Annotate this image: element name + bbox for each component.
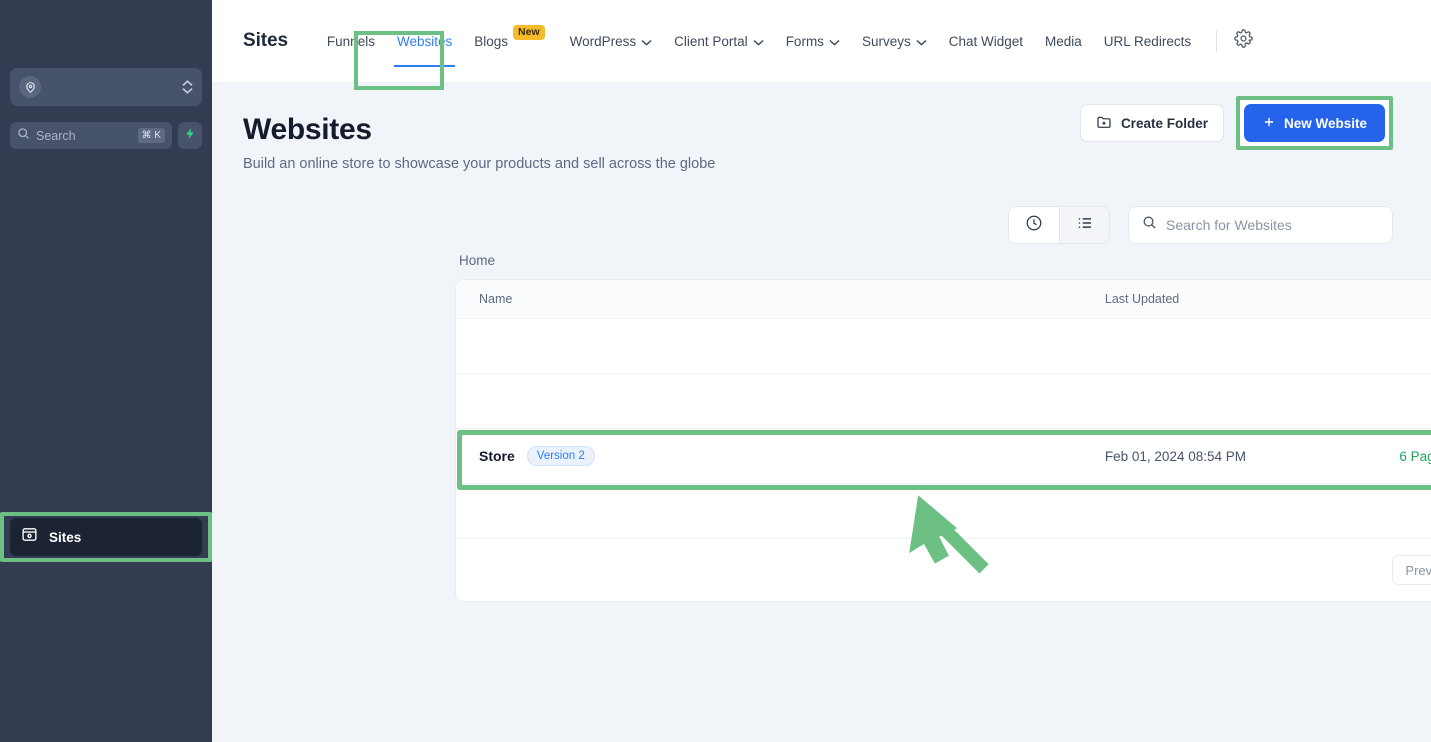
- create-folder-button[interactable]: Create Folder: [1079, 104, 1224, 142]
- tab-url-redirects[interactable]: URL Redirects: [1093, 0, 1202, 83]
- version-badge: Version 2: [526, 446, 595, 466]
- cell-last-updated: Feb 01, 2024 08:54 PM: [1104, 448, 1246, 464]
- pagination-previous-button[interactable]: Previous: [1392, 555, 1431, 585]
- list-toolbar: Search for Websites: [1008, 206, 1393, 244]
- chevron-down-icon: [753, 34, 764, 49]
- active-tab-underline: [393, 64, 456, 67]
- page-subtitle: Build an online store to showcase your p…: [243, 156, 716, 172]
- tab-label: WordPress: [569, 33, 637, 49]
- plus-icon: [1262, 115, 1276, 132]
- tab-funnels[interactable]: Funnels: [316, 0, 386, 83]
- tab-label: Media: [1045, 33, 1082, 49]
- create-folder-label: Create Folder: [1120, 115, 1208, 131]
- table-row[interactable]: [456, 484, 1431, 539]
- sites-window-icon: [21, 526, 38, 548]
- tab-label: Chat Widget: [948, 33, 1024, 49]
- table-row[interactable]: [456, 374, 1431, 429]
- tab-forms[interactable]: Forms: [775, 0, 851, 83]
- website-name: Store: [479, 448, 515, 464]
- new-badge: New: [513, 24, 545, 40]
- cell-pages[interactable]: 6 Pages: [1399, 449, 1431, 464]
- search-icon: [17, 127, 30, 145]
- tab-blogs[interactable]: Blogs New: [463, 0, 558, 83]
- settings-button[interactable]: [1230, 28, 1256, 54]
- breadcrumb[interactable]: Home: [459, 253, 495, 268]
- lightning-bolt-icon: [184, 126, 197, 146]
- chevron-down-icon: [641, 34, 652, 49]
- folder-plus-icon: [1096, 114, 1112, 133]
- tab-surveys[interactable]: Surveys: [851, 0, 938, 83]
- app-root: Search ⌘ K Sites Sites Funnels Websites …: [0, 0, 1431, 742]
- tab-label: Websites: [396, 33, 453, 49]
- tab-label: Forms: [785, 33, 824, 49]
- cell-name: Store Version 2: [456, 446, 1105, 466]
- sidebar-item-sites[interactable]: Sites: [10, 518, 202, 556]
- new-website-label: New Website: [1283, 115, 1367, 131]
- nav-tabs: Funnels Websites Blogs New WordPress Cli…: [316, 0, 1256, 83]
- search-shortcut-badge: ⌘ K: [137, 128, 165, 143]
- sidebar-search-placeholder: Search: [36, 128, 76, 143]
- sidebar-search-row: Search ⌘ K: [10, 122, 202, 149]
- search-websites-placeholder: Search for Websites: [1166, 217, 1292, 233]
- table-row[interactable]: [456, 319, 1431, 374]
- websites-table: Name Last Updated Store Version 2 Feb 01…: [455, 279, 1431, 602]
- sidebar-search-input[interactable]: Search ⌘ K: [10, 122, 172, 149]
- tab-label: URL Redirects: [1103, 33, 1192, 49]
- page-module-title: Sites: [243, 30, 288, 51]
- clock-history-icon: [1025, 214, 1043, 237]
- chevron-down-icon: [829, 34, 840, 49]
- tab-label: Blogs: [474, 33, 509, 49]
- new-website-button[interactable]: New Website: [1243, 104, 1385, 142]
- view-toggle-list-button[interactable]: [1059, 207, 1109, 243]
- chevron-down-icon: [916, 34, 927, 49]
- search-icon: [1142, 215, 1157, 235]
- list-view-icon: [1076, 214, 1094, 237]
- pagination: Previous 1 Next: [456, 539, 1431, 601]
- tab-label: Funnels: [326, 33, 375, 49]
- tab-label: Surveys: [861, 33, 911, 49]
- account-switcher[interactable]: [10, 68, 202, 106]
- column-header-last-updated: Last Updated: [1104, 292, 1180, 306]
- table-header-row: Name Last Updated: [456, 280, 1431, 319]
- annotation-box-new-website: New Website: [1235, 96, 1393, 150]
- top-navigation: Sites Funnels Websites Blogs New WordPre…: [212, 0, 1431, 90]
- tab-chat-widget[interactable]: Chat Widget: [938, 0, 1034, 83]
- table-row-store[interactable]: Store Version 2 Feb 01, 2024 08:54 PM 6 …: [456, 429, 1431, 484]
- main-area: Sites Funnels Websites Blogs New WordPre…: [212, 0, 1431, 742]
- header-actions: Create Folder New Website: [1079, 96, 1393, 150]
- tab-wordpress[interactable]: WordPress: [559, 0, 664, 83]
- sidebar: Search ⌘ K Sites: [0, 0, 212, 742]
- nav-divider: [1216, 30, 1218, 52]
- tab-client-portal[interactable]: Client Portal: [663, 0, 775, 83]
- chevron-updown-icon[interactable]: [182, 80, 193, 94]
- gear-icon: [1233, 29, 1253, 53]
- tab-websites[interactable]: Websites: [386, 0, 463, 83]
- quick-actions-button[interactable]: [178, 122, 202, 149]
- view-toggle-group: [1008, 206, 1110, 244]
- column-header-name: Name: [479, 292, 513, 306]
- search-websites-input[interactable]: Search for Websites: [1128, 206, 1393, 244]
- sidebar-item-sites-label: Sites: [49, 529, 82, 545]
- page-header: Websites Build an online store to showca…: [212, 83, 1431, 172]
- tab-media[interactable]: Media: [1034, 0, 1093, 83]
- annotation-box-sites: Sites: [0, 512, 212, 562]
- location-pin-icon: [19, 76, 41, 98]
- tab-label: Client Portal: [674, 33, 748, 49]
- view-toggle-recent-button[interactable]: [1009, 207, 1059, 243]
